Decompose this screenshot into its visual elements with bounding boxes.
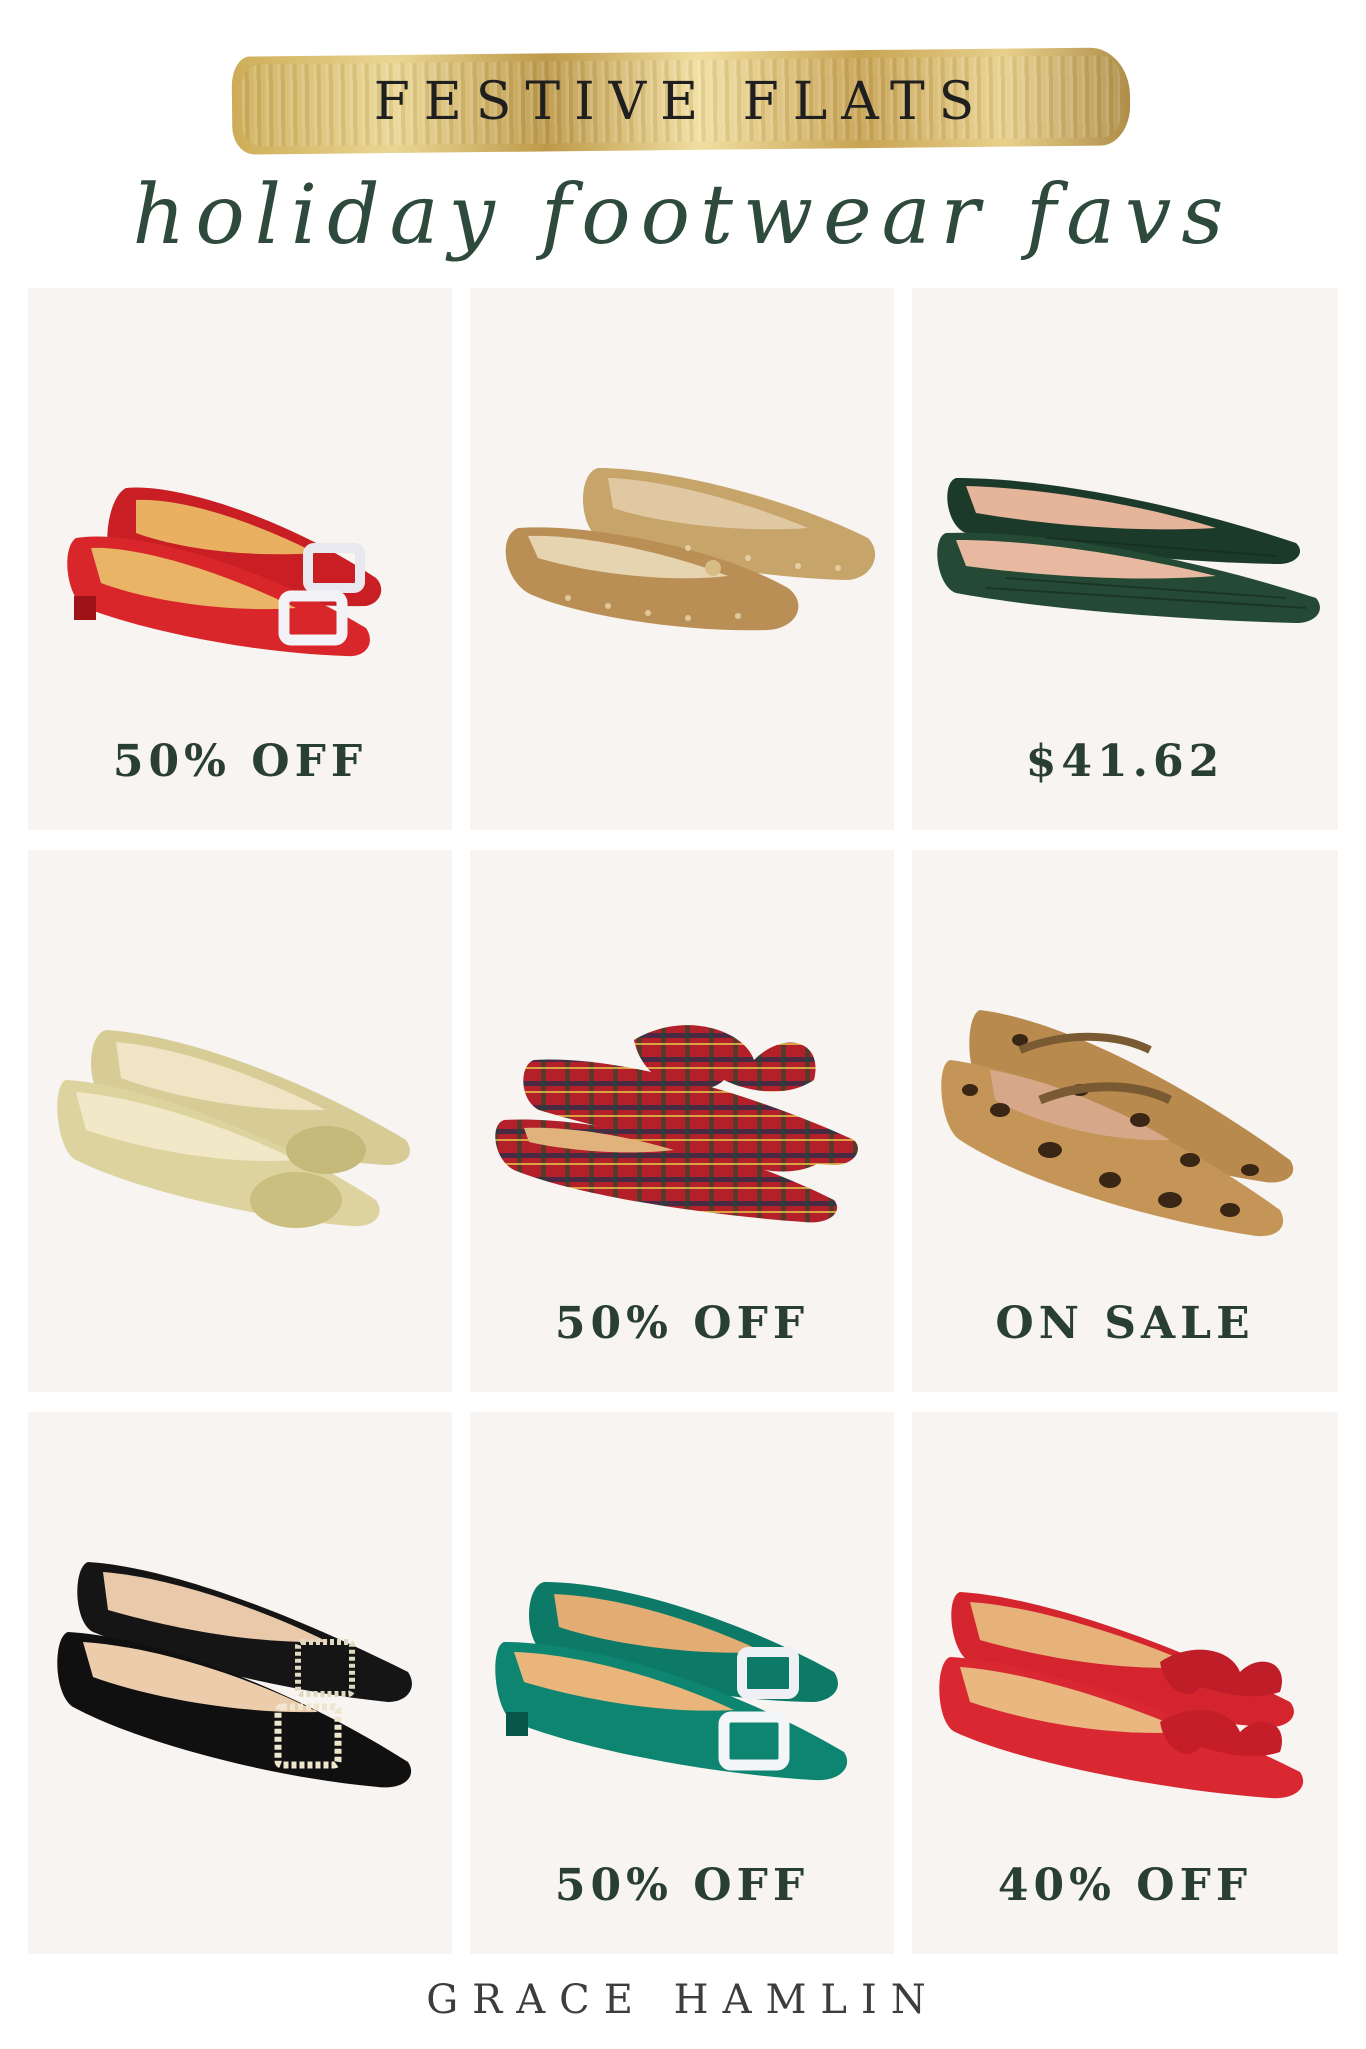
gold-sequin-ballet-flats-image xyxy=(505,468,876,631)
product-grid: 50% OFF $41.62 50% OFF ON SALE 50% OFF 4… xyxy=(28,288,1338,1966)
gold-metallic-bow-flats-image xyxy=(57,1030,410,1228)
product-card-8[interactable]: 50% OFF xyxy=(470,1412,894,1954)
red-suede-bow-flats-image xyxy=(939,1592,1304,1799)
product-label: 50% OFF xyxy=(112,736,368,787)
product-label: $41.62 xyxy=(1025,736,1225,787)
black-velvet-crystal-bow-flats-image xyxy=(57,1562,412,1788)
page-subtitle: holiday footwear favs xyxy=(132,167,1234,263)
product-card-1[interactable]: 50% OFF xyxy=(28,288,452,830)
product-label: 40% OFF xyxy=(997,1860,1253,1911)
header: FESTIVE FLATS holiday footwear favs xyxy=(0,0,1366,290)
emerald-satin-crystal-buckle-flats-image xyxy=(495,1582,848,1781)
red-tartan-bow-mules-image xyxy=(495,1025,858,1223)
product-card-3[interactable]: $41.62 xyxy=(912,288,1338,830)
product-card-4[interactable] xyxy=(28,850,452,1392)
product-card-7[interactable] xyxy=(28,1412,452,1954)
product-card-2[interactable] xyxy=(470,288,894,830)
product-label: 50% OFF xyxy=(554,1860,810,1911)
product-card-5[interactable]: 50% OFF xyxy=(470,850,894,1392)
green-croc-pointed-flats-image xyxy=(937,478,1320,623)
product-card-9[interactable]: 40% OFF xyxy=(912,1412,1338,1954)
footer-brand: GRACE HAMLIN xyxy=(426,1977,940,2023)
page-title: FESTIVE FLATS xyxy=(373,72,989,132)
leopard-calf-hair-mary-jane-flats-image xyxy=(941,1010,1294,1237)
product-label: 50% OFF xyxy=(554,1298,810,1349)
red-satin-crystal-buckle-flats-image xyxy=(67,487,382,657)
product-card-6[interactable]: ON SALE xyxy=(912,850,1338,1392)
product-label: ON SALE xyxy=(995,1298,1255,1349)
